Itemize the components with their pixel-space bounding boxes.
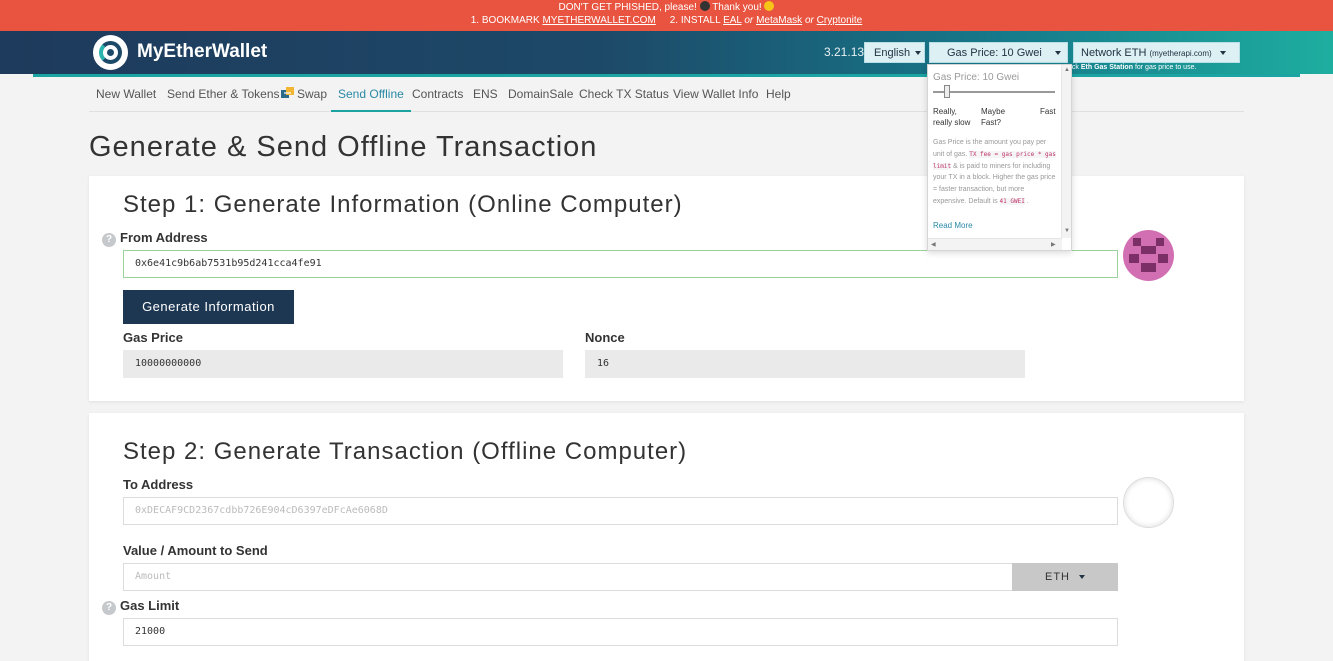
from-address-input[interactable]: 0x6e41c9b6ab7531b95d241cca4fe91 bbox=[123, 250, 1118, 278]
nav-swap[interactable]: Swap bbox=[281, 80, 327, 112]
nav-ens[interactable]: ENS bbox=[473, 80, 498, 112]
help-icon[interactable]: ? bbox=[102, 601, 116, 615]
identicon-pixel bbox=[1158, 254, 1168, 263]
gas-price-dropdown[interactable]: Gas Price: 10 Gwei bbox=[929, 42, 1068, 63]
gas-label-slow: Really, really slow bbox=[933, 107, 971, 127]
brand-name[interactable]: MyEtherWallet bbox=[137, 41, 267, 63]
smile-face-icon bbox=[764, 1, 775, 11]
currency-dropdown[interactable]: ETH bbox=[1012, 563, 1118, 591]
scroll-left-icon[interactable]: ◀ bbox=[931, 241, 936, 248]
step2-title: Step 2: Generate Transaction (Offline Co… bbox=[123, 438, 688, 465]
language-label: English bbox=[874, 47, 911, 59]
network-dropdown[interactable]: Network ETH (myetherapi.com) bbox=[1073, 42, 1240, 63]
gas-note-post: for gas price to use. bbox=[1134, 64, 1197, 71]
network-label: Network ETH bbox=[1081, 47, 1147, 59]
gas-price-field-label: Gas Price bbox=[123, 330, 183, 345]
gas-desc-text: & is paid to miners for including your T… bbox=[933, 162, 1056, 205]
identicon-pixel bbox=[1141, 246, 1156, 254]
nav-domainsale[interactable]: DomainSale bbox=[508, 80, 573, 112]
gas-description: Gas Price is the amount you pay per unit… bbox=[933, 137, 1058, 208]
gas-limit-label: Gas Limit bbox=[120, 598, 180, 613]
page-title: Generate & Send Offline Transaction bbox=[89, 131, 598, 163]
version-number: 3.21.13 bbox=[824, 45, 865, 59]
banner-line-2: 1. BOOKMARK MYETHERWALLET.COM 2. INSTALL… bbox=[0, 14, 1333, 27]
popover-vertical-scrollbar[interactable]: ▲ ▼ bbox=[1061, 65, 1071, 238]
banner-or-text: or bbox=[744, 15, 754, 26]
value-label: Value / Amount to Send bbox=[123, 543, 268, 558]
gas-default-value: 41 GWEI bbox=[999, 197, 1025, 205]
nav-send-ether-tokens[interactable]: Send Ether & Tokens bbox=[167, 80, 280, 112]
to-address-input[interactable]: 0xDECAF9CD2367cdbb726E904cD6397eDFcAe606… bbox=[123, 497, 1118, 525]
gas-price-field[interactable]: 10000000000 bbox=[123, 350, 563, 378]
generate-information-button[interactable]: Generate Information bbox=[123, 290, 294, 324]
nav-new-wallet[interactable]: New Wallet bbox=[96, 80, 156, 112]
banner-thanks-text: Thank you! bbox=[712, 2, 762, 13]
scroll-up-icon[interactable]: ▲ bbox=[1064, 67, 1070, 73]
gas-slider-track[interactable] bbox=[933, 91, 1055, 93]
metamask-link[interactable]: MetaMask bbox=[756, 15, 802, 26]
phishing-warning-banner: DON'T GET PHISHED, please! Thank you! 1.… bbox=[0, 0, 1333, 31]
popover-horizontal-scrollbar[interactable]: ◀ ▶ bbox=[928, 238, 1062, 250]
to-address-label: To Address bbox=[123, 477, 194, 492]
cryptonite-link[interactable]: Cryptonite bbox=[817, 15, 863, 26]
identicon-pixel bbox=[1141, 263, 1156, 272]
language-dropdown[interactable]: English bbox=[864, 42, 925, 63]
nav-view-wallet-info[interactable]: View Wallet Info bbox=[673, 80, 758, 112]
nav-swap-label: Swap bbox=[297, 87, 328, 101]
nav-check-tx-status[interactable]: Check TX Status bbox=[579, 80, 669, 112]
gas-slider-handle[interactable] bbox=[943, 85, 950, 98]
gas-popover-title: Gas Price: 10 Gwei bbox=[933, 72, 1020, 83]
nav-help[interactable]: Help bbox=[766, 80, 791, 112]
from-address-label: From Address bbox=[120, 230, 208, 245]
banner-warning-text: DON'T GET PHISHED, please! bbox=[558, 2, 697, 13]
read-more-link[interactable]: Read More bbox=[933, 221, 973, 230]
eth-gas-station-link[interactable]: Eth Gas Station bbox=[1081, 64, 1133, 71]
gas-desc-text: . bbox=[1026, 197, 1029, 205]
nonce-field[interactable]: 16 bbox=[585, 350, 1025, 378]
identicon-pixel bbox=[1129, 254, 1139, 263]
caret-down-icon bbox=[1079, 575, 1085, 579]
myetherwallet-logo-icon[interactable] bbox=[93, 35, 128, 70]
identicon-pixel bbox=[1156, 238, 1164, 246]
gas-station-note: eck Eth Gas Station for gas price to use… bbox=[1068, 64, 1196, 71]
header-accent-strip bbox=[33, 74, 1300, 77]
nav-send-offline[interactable]: Send Offline bbox=[331, 80, 411, 112]
banner-or-text: or bbox=[804, 15, 814, 26]
scroll-down-icon[interactable]: ▼ bbox=[1064, 228, 1070, 234]
gas-limit-input[interactable]: 21000 bbox=[123, 618, 1118, 646]
nav-contracts[interactable]: Contracts bbox=[412, 80, 463, 112]
shocked-face-icon bbox=[699, 1, 710, 11]
gas-label-maybe: Maybe Fast? bbox=[981, 107, 1006, 127]
caret-down-icon bbox=[1054, 51, 1061, 55]
gas-price-popover: Gas Price: 10 Gwei Really, really slow M… bbox=[927, 64, 1072, 251]
currency-label: ETH bbox=[1045, 571, 1070, 583]
scroll-right-icon[interactable]: ▶ bbox=[1051, 241, 1056, 248]
help-icon[interactable]: ? bbox=[102, 233, 116, 247]
banner-install-text: 2. INSTALL bbox=[669, 15, 721, 26]
step1-title: Step 1: Generate Information (Online Com… bbox=[123, 191, 683, 218]
step2-panel: Step 2: Generate Transaction (Offline Co… bbox=[89, 413, 1244, 661]
empty-identicon bbox=[1123, 477, 1174, 528]
eal-link[interactable]: EAL bbox=[723, 15, 742, 26]
nonce-label: Nonce bbox=[585, 330, 625, 345]
network-node: (myetherapi.com) bbox=[1149, 49, 1212, 58]
swap-icon bbox=[281, 87, 294, 98]
caret-down-icon bbox=[1219, 51, 1226, 55]
address-identicon bbox=[1123, 230, 1174, 281]
amount-input[interactable]: Amount bbox=[123, 563, 1013, 591]
gas-price-label: Gas Price: 10 Gwei bbox=[947, 47, 1042, 59]
identicon-pixel bbox=[1133, 238, 1141, 246]
banner-bookmark-text: 1. BOOKMARK bbox=[470, 15, 540, 26]
bookmark-link[interactable]: MYETHERWALLET.COM bbox=[542, 15, 655, 26]
caret-down-icon bbox=[915, 51, 922, 55]
banner-line-1: DON'T GET PHISHED, please! Thank you! bbox=[0, 1, 1333, 14]
logo-dot bbox=[107, 49, 114, 56]
gas-label-fast: Fast bbox=[1040, 107, 1056, 116]
